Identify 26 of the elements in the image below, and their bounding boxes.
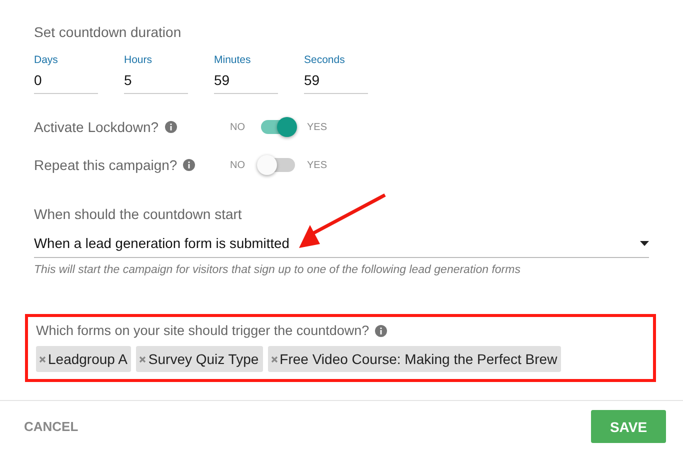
remove-icon[interactable] [39,356,46,362]
on-label: YES [307,160,328,170]
toggle-label: Activate Lockdown? [34,119,159,135]
info-icon [183,159,196,171]
form-tag[interactable]: Free Video Course: Making the Perfect Brew [268,346,562,372]
toggle-switch[interactable] [257,154,297,176]
toggle-label: Repeat this campaign? [34,157,178,173]
remove-icon[interactable] [270,356,278,362]
info-icon [375,324,388,336]
field-label: Days [34,54,59,66]
on-label: YES [307,122,328,132]
field-label: Seconds [304,54,346,66]
off-label: NO [230,160,245,170]
forms-label: Which forms on your site should trigger the countdown? [36,323,370,338]
remove-icon[interactable] [139,356,146,362]
section-label: When should the countdown start [34,206,243,222]
cancel-button[interactable]: CANCEL [24,419,78,434]
helper-text: This will start the campaign for visitors that sign up to one of the following lead generation forms [34,264,522,276]
info-icon [164,121,177,133]
field-label: Hours [124,54,154,66]
off-label: NO [230,122,245,132]
form-tag[interactable]: Survey Quiz Type [136,346,263,372]
form-tag[interactable]: Leadgroup A [36,346,132,372]
section-title: Set countdown duration [34,24,182,40]
dropdown-caret-icon [640,241,649,246]
field-label: Minutes [214,54,252,66]
